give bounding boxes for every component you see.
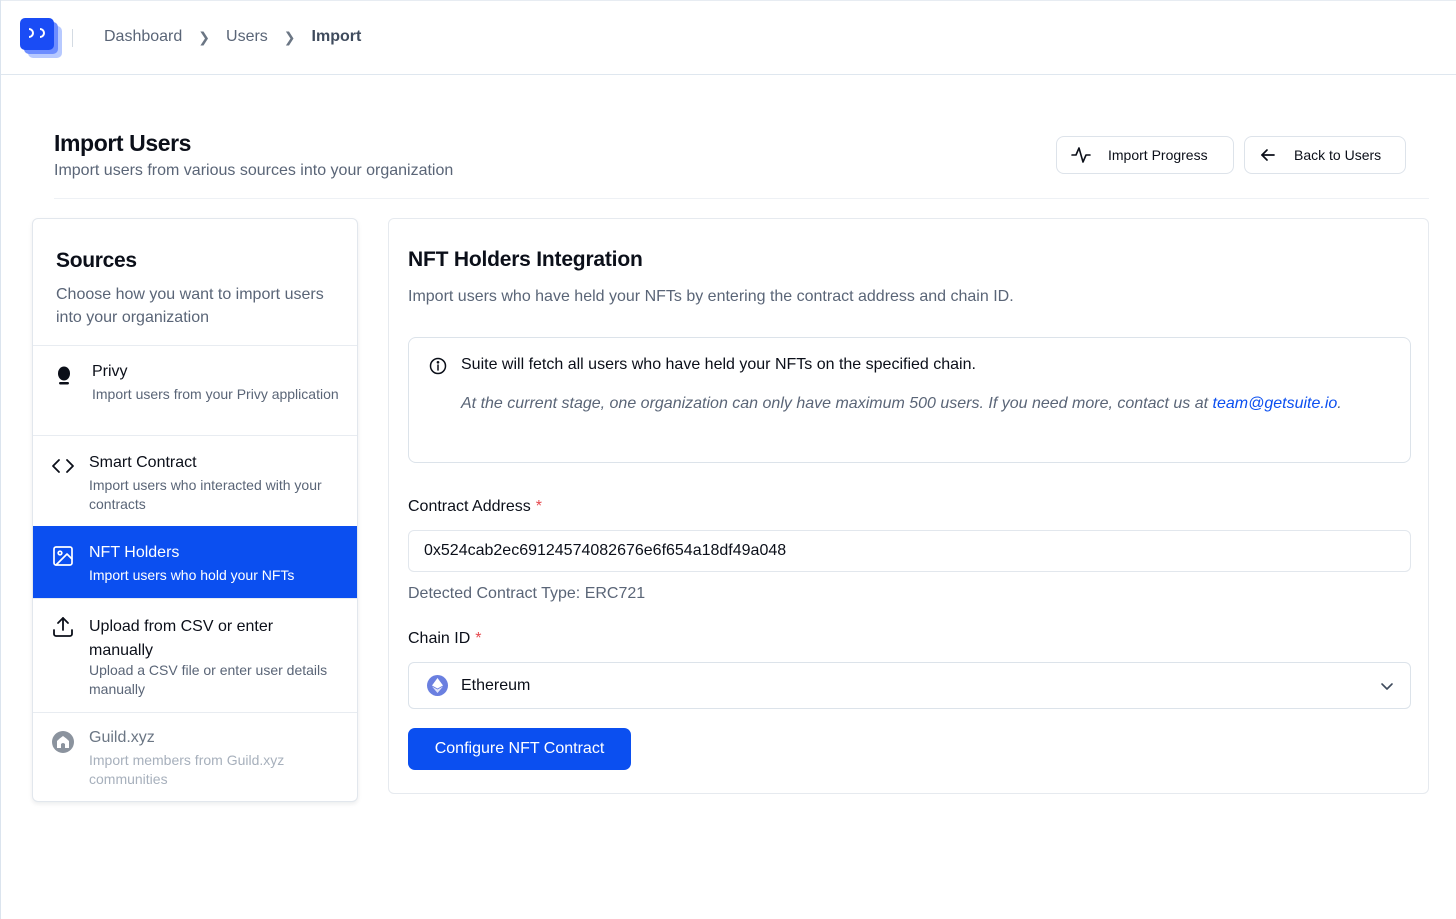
source-desc: Upload a CSV file or enter user details … [89,662,328,697]
breadcrumb-import: Import [311,28,362,45]
section-title: NFT Holders Integration [408,248,643,271]
header-divider [54,198,1429,199]
activity-icon [1071,147,1091,163]
divider [72,29,73,47]
configure-nft-contract-button[interactable]: Configure NFT Contract [408,728,631,770]
breadcrumb: Dashboard ❯ Users ❯ Import [104,28,361,46]
code-icon [51,456,75,481]
chevron-right-icon: ❯ [283,28,296,45]
info-note: At the current stage, one organization c… [461,395,1342,412]
chain-id-value: Ethereum [461,677,531,694]
source-desc: Import members from Guild.xyz communitie… [89,752,285,787]
privy-icon [56,366,72,391]
source-item-privy[interactable]: Privy Import users from your Privy appli… [33,345,357,435]
top-bar: Dashboard ❯ Users ❯ Import [1,0,1456,75]
nft-integration-card: NFT Holders Integration Import users who… [388,218,1429,794]
app-logo[interactable] [20,18,64,58]
contract-address-input[interactable] [408,530,1411,572]
sources-panel: Sources Choose how you want to import us… [32,218,358,802]
section-description: Import users who have held your NFTs by … [408,288,1014,305]
source-desc: Import users who hold your NFTs [89,567,295,583]
breadcrumb-dashboard[interactable]: Dashboard [104,28,182,46]
chevron-down-icon [1380,679,1394,698]
source-name: Smart Contract [89,454,197,471]
required-mark: * [535,498,542,515]
image-icon [52,545,74,572]
source-item-nft-holders[interactable]: NFT Holders Import users who hold your N… [33,526,357,598]
guild-icon [51,730,75,759]
source-name: NFT Holders [89,544,180,561]
chain-id-label: Chain ID * [408,630,482,647]
upload-icon [52,616,74,643]
source-name: Upload from CSV or enter manually [89,618,274,659]
contract-address-label: Contract Address * [408,498,542,515]
source-name: Privy [92,363,128,380]
sources-title: Sources [56,249,137,272]
ethereum-icon [427,675,448,696]
source-desc: Import users who interacted with your co… [89,477,322,512]
source-item-guild: Guild.xyz Import members from Guild.xyz … [33,712,357,801]
source-item-smart-contract[interactable]: Smart Contract Import users who interact… [33,435,357,526]
import-progress-button[interactable]: Import Progress [1056,136,1234,174]
contact-email-link[interactable]: team@getsuite.io [1213,395,1338,412]
page-title: Import Users [54,130,192,156]
sources-description: Choose how you want to import users into… [56,286,324,326]
back-to-users-button[interactable]: Back to Users [1244,136,1406,174]
breadcrumb-users[interactable]: Users [226,28,268,46]
info-text: Suite will fetch all users who have held… [461,356,976,373]
source-item-csv-upload[interactable]: Upload from CSV or enter manually Upload… [33,598,357,712]
import-progress-label: Import Progress [1108,147,1208,163]
arrow-left-icon [1261,149,1275,161]
back-to-users-label: Back to Users [1294,147,1382,163]
chain-id-select[interactable]: Ethereum [408,662,1411,709]
required-mark: * [475,630,482,647]
source-desc: Import users from your Privy application [92,386,339,402]
detected-contract-type: Detected Contract Type: ERC721 [408,585,646,602]
source-name: Guild.xyz [89,729,155,746]
chevron-right-icon: ❯ [198,28,211,45]
page-subtitle: Import users from various sources into y… [54,162,454,179]
info-icon [429,357,447,380]
info-alert: Suite will fetch all users who have held… [408,337,1411,463]
